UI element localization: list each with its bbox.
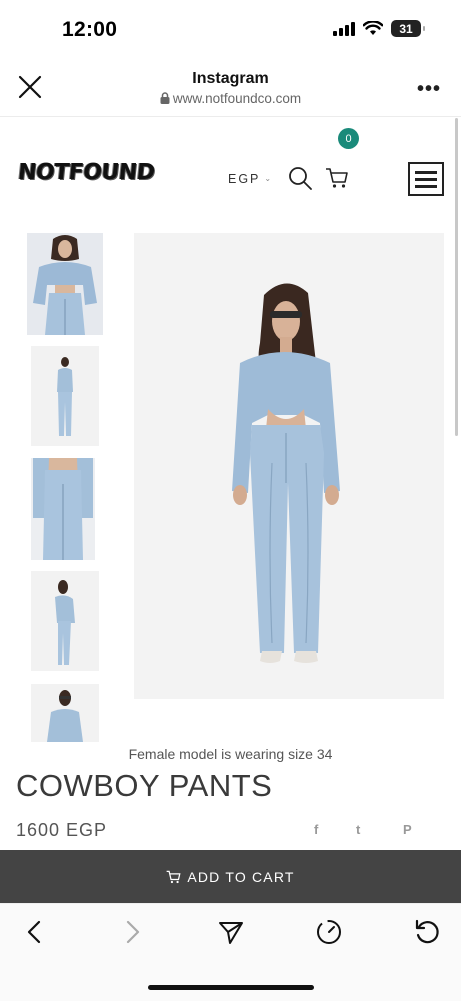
share-icon[interactable] [217,918,245,946]
product-thumbnail-4[interactable] [31,571,99,671]
add-to-cart-button[interactable]: ADD TO CART [0,850,461,903]
main-product-image[interactable] [134,233,444,699]
compass-icon[interactable] [315,918,343,946]
header-divider [0,116,461,117]
thumbnail-image [27,233,103,335]
product-thumbnail-5[interactable] [31,684,99,742]
pinterest-icon[interactable]: P [403,822,412,837]
more-options-icon[interactable]: ••• [417,78,441,101]
thumbnail-image [31,346,99,446]
forward-icon[interactable] [121,918,143,946]
product-photo [134,233,444,699]
chevron-down-icon: ⌄ [264,174,274,183]
site-logo[interactable]: NOTFOUND [17,160,156,185]
product-title: COWBOY PANTS [16,768,273,803]
reload-icon[interactable] [413,918,441,946]
home-indicator[interactable] [148,985,314,990]
status-time: 12:00 [62,18,118,41]
browser-title: Instagram [192,70,269,87]
currency-selector[interactable]: EGP ⌄ [228,172,273,186]
currency-label: EGP [228,172,261,186]
wifi-icon [363,21,383,35]
url-text: www.notfoundco.com [172,91,302,106]
facebook-icon[interactable]: f [314,822,318,837]
signal-icon [333,21,355,36]
back-icon[interactable] [24,918,46,946]
add-to-cart-label: ADD TO CART [187,868,295,885]
product-thumbnail-1[interactable] [27,233,103,335]
twitter-icon[interactable]: t [356,822,360,837]
browser-url[interactable]: www.notfoundco.com [0,91,461,106]
lock-icon [160,92,170,104]
search-icon[interactable] [288,166,312,190]
cart-icon[interactable] [325,167,349,189]
page-scrollbar[interactable] [455,118,458,436]
battery-level: 31 [399,21,413,36]
status-icons: 31 [333,20,425,37]
size-caption: Female model is wearing size 34 [128,746,333,762]
product-price: 1600 EGP [16,820,108,840]
thumbnail-image [31,458,95,560]
battery-icon: 31 [391,20,425,37]
product-thumbnail-3[interactable] [31,458,95,560]
cart-icon [166,870,181,883]
thumbnail-image [31,684,99,742]
cart-count-badge: 0 [338,128,359,149]
thumbnail-image [31,571,99,671]
hamburger-menu-button[interactable] [408,162,444,196]
product-thumbnail-2[interactable] [31,346,99,446]
